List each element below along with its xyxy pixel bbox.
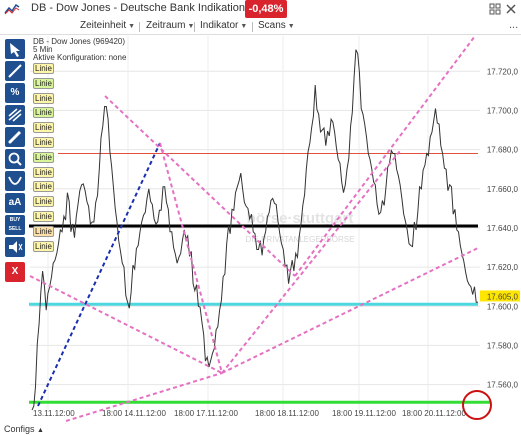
percent-tool[interactable]: % bbox=[5, 83, 25, 103]
y-tick-label: 17.700,0 bbox=[487, 106, 519, 115]
pink-trendline-2 bbox=[294, 36, 476, 277]
buy-sell-icon: BUY SELL bbox=[8, 217, 22, 232]
grid-icon[interactable] bbox=[489, 3, 501, 15]
x-tick-label: 18:00 18.11.12:00 bbox=[255, 409, 319, 418]
chart-window: DB - Dow Jones - Deutsche Bank Indikatio… bbox=[0, 0, 521, 435]
line-icon bbox=[8, 64, 22, 78]
arc-icon bbox=[8, 176, 22, 185]
bottom-bar: Configs ▲ bbox=[0, 424, 521, 435]
x-axis: 13.11.12:00 18:00 14.11.12:00 18:00 17.11.… bbox=[33, 409, 466, 418]
chart-logo-icon bbox=[4, 3, 20, 15]
zoom-tool[interactable] bbox=[5, 149, 25, 169]
menu-zeitraum[interactable]: Zeitraum ▼ bbox=[146, 20, 194, 31]
line-label-2[interactable]: Linie bbox=[33, 77, 54, 89]
lines-icon bbox=[8, 108, 22, 122]
line-label-7[interactable]: Linie bbox=[33, 151, 54, 163]
window-title: DB - Dow Jones - Deutsche Bank Indikatio… bbox=[31, 2, 245, 14]
watermark-tagline: DIE PRIVATANLEGERBÖRSE bbox=[246, 235, 355, 244]
y-tick-label: 17.720,0 bbox=[487, 67, 519, 76]
y-tick-label: 17.620,0 bbox=[487, 263, 519, 272]
x-tick-label: 13.11.12:00 bbox=[33, 409, 75, 418]
highlight-circle bbox=[462, 390, 492, 420]
sound-tool[interactable] bbox=[5, 237, 25, 257]
pink-trendline-3 bbox=[159, 142, 223, 374]
line-label-3[interactable]: Linie bbox=[33, 92, 54, 104]
y-tick-label: 17.600,0 bbox=[487, 302, 519, 311]
y-tick-label: 17.640,0 bbox=[487, 224, 519, 233]
y-axis: 17.720,0 17.700,0 17.680,0 17.660,0 17.640,0… bbox=[487, 67, 519, 389]
trend-drawings bbox=[29, 36, 492, 422]
line-label-6[interactable]: Linie bbox=[33, 137, 54, 148]
delete-icon: X bbox=[11, 266, 19, 277]
menu-zeiteinheit[interactable]: Zeiteinheit ▼ bbox=[80, 20, 135, 31]
menu-scans[interactable]: Scans ▼ bbox=[258, 20, 295, 31]
text-icon: aA bbox=[8, 197, 22, 208]
line-label-12[interactable]: Linie bbox=[33, 225, 54, 237]
drawing-toolbar: % aA BUY SELL X bbox=[0, 36, 29, 426]
change-badge: -0,48% bbox=[245, 0, 287, 18]
line-tool[interactable] bbox=[5, 61, 25, 81]
pink-trendline-1 bbox=[104, 95, 296, 277]
pink-trendline-6 bbox=[221, 150, 401, 374]
menu-separator bbox=[252, 22, 253, 32]
menu-bar: Zeiteinheit ▼ Zeitraum ▼ Indikator ▼ Scans ▼… bbox=[0, 19, 521, 35]
zoom-icon bbox=[8, 152, 22, 166]
cursor-tool[interactable] bbox=[5, 39, 25, 59]
blue-trendline bbox=[37, 142, 161, 407]
menu-separator bbox=[139, 22, 140, 32]
line-label-13[interactable]: Linie bbox=[33, 240, 54, 252]
y-tick-label: 17.680,0 bbox=[487, 146, 519, 155]
menu-indikator[interactable]: Indikator ▼ bbox=[200, 20, 247, 31]
y-tick-label: 17.580,0 bbox=[487, 341, 519, 350]
arc-tool[interactable] bbox=[5, 171, 25, 191]
cursor-icon bbox=[10, 43, 20, 57]
pen-icon bbox=[8, 130, 22, 144]
close-icon[interactable] bbox=[505, 3, 517, 15]
text-tool[interactable]: aA bbox=[5, 193, 25, 213]
line-label-1[interactable]: Linie bbox=[33, 63, 54, 74]
line-label-5[interactable]: Linie bbox=[33, 122, 54, 134]
x-tick-label: 18:00 20.11.12:00 bbox=[402, 409, 466, 418]
menu-more-button[interactable]: ... bbox=[509, 19, 518, 31]
x-tick-label: 18:00 17.11.12:00 bbox=[174, 409, 238, 418]
title-bar: DB - Dow Jones - Deutsche Bank Indikatio… bbox=[0, 0, 521, 18]
line-label-9[interactable]: Linie bbox=[33, 181, 54, 193]
configs-menu[interactable]: Configs ▲ bbox=[4, 424, 44, 434]
delete-tool[interactable]: X bbox=[5, 262, 25, 282]
pink-trendline-4 bbox=[29, 275, 223, 374]
line-label-11[interactable]: Linie bbox=[33, 211, 54, 222]
speaker-icon bbox=[9, 241, 23, 253]
percent-icon: % bbox=[10, 87, 20, 98]
line-label-10[interactable]: Linie bbox=[33, 196, 54, 208]
x-tick-label: 18:00 14.11.12:00 bbox=[102, 409, 166, 418]
y-tick-label: 17.560,0 bbox=[487, 381, 519, 390]
price-chart[interactable]: börse·stuttgart DIE PRIVATANLEGERBÖRSE 1… bbox=[0, 36, 521, 426]
menu-separator bbox=[194, 22, 195, 32]
x-tick-label: 18:00 19.11.12:00 bbox=[332, 409, 396, 418]
line-label-8[interactable]: Linie bbox=[33, 166, 54, 178]
price-series: 17.605,0 bbox=[31, 49, 520, 411]
y-tick-label: 17.660,0 bbox=[487, 185, 519, 194]
chart-config: Aktive Konfiguration: none bbox=[33, 53, 127, 62]
last-price-label: 17.605,0 bbox=[487, 292, 519, 301]
line-label-4[interactable]: Linie bbox=[33, 107, 54, 119]
pen-tool[interactable] bbox=[5, 127, 25, 147]
fibonacci-tool[interactable] bbox=[5, 105, 25, 125]
buy-sell-tool[interactable]: BUY SELL bbox=[5, 215, 25, 235]
